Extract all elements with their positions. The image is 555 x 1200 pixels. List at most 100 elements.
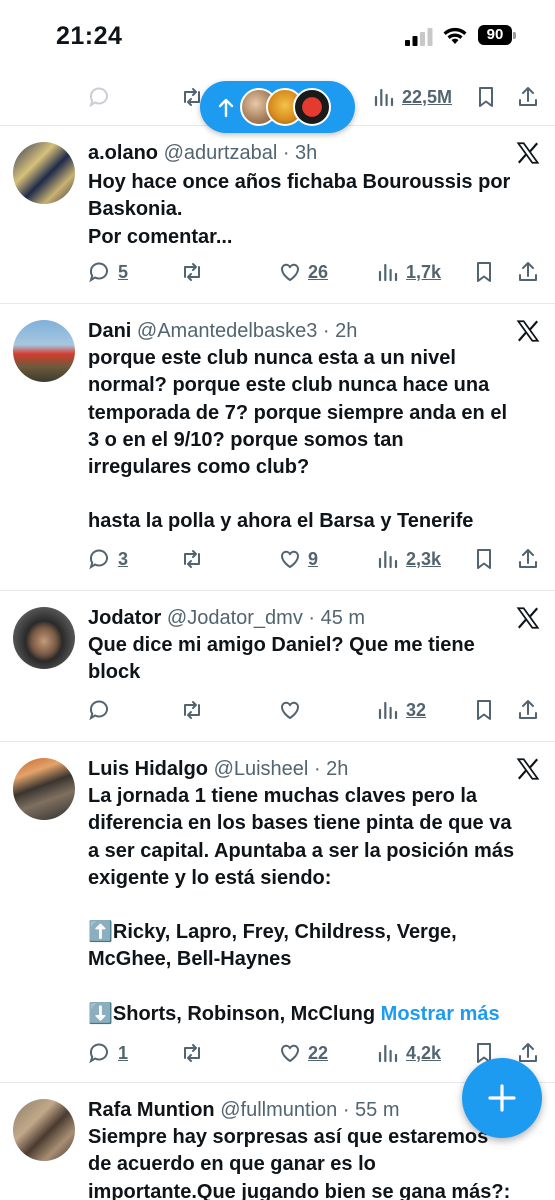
tweet-header: Jodator @Jodator_dmv · 45 m: [88, 605, 365, 631]
avatar[interactable]: [13, 1099, 75, 1161]
like-icon: [280, 701, 300, 719]
x-logo-icon[interactable]: [515, 756, 541, 782]
compose-plus-icon: [488, 1084, 516, 1112]
compose-button[interactable]: [462, 1058, 542, 1138]
tweet-line: temporada de 7? porque siempre anda en e…: [88, 401, 508, 424]
tweet-line: exigente y lo está siendo:: [88, 866, 332, 889]
prev-bookmark-button[interactable]: [474, 82, 498, 112]
like-count: 26: [308, 261, 329, 282]
battery-indicator: 90: [478, 25, 516, 45]
prev-share-button[interactable]: [516, 82, 540, 112]
author-name[interactable]: a.olano: [88, 142, 158, 164]
tweet-line: ⬆️Ricky, Lapro, Frey, Childress, Verge,: [88, 921, 457, 944]
status-time: 21:24: [56, 22, 123, 50]
reply-icon: [89, 549, 108, 570]
views-icon: [374, 88, 394, 107]
tweet-line: normal? porque este club nunca hace una: [88, 374, 490, 397]
repost-icon: [184, 263, 200, 281]
views-icon: [378, 1044, 398, 1063]
share-button[interactable]: [516, 544, 540, 574]
views-count: 1,7k: [406, 261, 442, 282]
share-button[interactable]: [516, 257, 540, 287]
reply-button[interactable]: 1: [88, 1038, 128, 1068]
author-handle[interactable]: @Amantedelbaske3: [137, 320, 317, 342]
views-button[interactable]: 2,3k: [376, 544, 441, 574]
share-button[interactable]: [516, 695, 540, 725]
views-button[interactable]: 1,7k: [376, 257, 441, 287]
x-logo-icon[interactable]: [515, 140, 541, 166]
bookmark-button[interactable]: [472, 544, 496, 574]
like-button[interactable]: 26: [278, 257, 328, 287]
bookmark-button[interactable]: [472, 695, 496, 725]
author-name[interactable]: Dani: [88, 320, 131, 342]
author-name[interactable]: Rafa Muntion: [88, 1099, 215, 1121]
tweet-text: porque este club nunca esta a un nivel n…: [88, 345, 548, 536]
tweet-line: porque este club nunca esta a un nivel: [88, 347, 456, 369]
reply-button[interactable]: 5: [88, 257, 128, 287]
tweet-text: La jornada 1 tiene muchas claves pero la…: [88, 783, 550, 1028]
tweet-actions: 1 22 4,2k: [0, 1038, 555, 1068]
x-logo-icon[interactable]: [515, 605, 541, 631]
avatar[interactable]: [13, 142, 75, 204]
like-icon: [280, 263, 300, 281]
tweet-text: Que dice mi amigo Daniel? Que me tiene b…: [88, 632, 548, 687]
tweet-header: Rafa Muntion @fullmuntion · 55 m: [88, 1097, 400, 1123]
show-more-link[interactable]: Mostrar más: [381, 1003, 500, 1025]
views-icon: [378, 701, 398, 720]
like-icon: [280, 1044, 300, 1062]
author-name[interactable]: Luis Hidalgo: [88, 758, 208, 780]
like-icon: [280, 550, 300, 568]
views-button[interactable]: 4,2k: [376, 1038, 441, 1068]
author-handle[interactable]: @Luisheel: [214, 758, 309, 780]
bookmark-icon: [477, 549, 491, 569]
x-logo-icon[interactable]: [515, 318, 541, 344]
prev-views-count: 22,5M: [402, 86, 453, 107]
author-handle[interactable]: @fullmuntion: [220, 1099, 337, 1121]
repost-icon: [184, 550, 200, 568]
bookmark-button[interactable]: [472, 257, 496, 287]
tweet-time: · 55 m: [342, 1099, 400, 1121]
tweet[interactable]: Luis Hidalgo @Luisheel · 2h La jornada 1…: [0, 742, 555, 1082]
share-icon: [519, 262, 537, 281]
like-count: 9: [308, 548, 319, 569]
views-button[interactable]: 32: [376, 695, 426, 725]
tweet-line: a ser capital. Apuntaba a ser la posició…: [88, 839, 515, 862]
reply-button[interactable]: [88, 695, 112, 725]
tweet-time: · 45 m: [308, 607, 366, 629]
author-handle[interactable]: @Jodator_dmv: [167, 607, 303, 629]
battery-level: 90: [478, 25, 512, 45]
author-handle[interactable]: @adurtzabal: [164, 142, 278, 164]
share-icon: [519, 87, 537, 106]
prev-reply-button[interactable]: [88, 82, 112, 112]
like-button[interactable]: 9: [278, 544, 318, 574]
views-count: 32: [406, 699, 427, 720]
like-button[interactable]: [278, 695, 302, 725]
bookmark-icon: [477, 262, 491, 282]
tweet-line: La jornada 1 tiene muchas claves pero la: [88, 785, 478, 807]
wifi-icon: [443, 27, 467, 44]
tweet-line-last: ⬇️Shorts, Robinson, McClung Mostrar más: [88, 1001, 550, 1028]
author-name[interactable]: Jodator: [88, 607, 161, 629]
bookmark-icon: [477, 700, 491, 720]
tweet[interactable]: a.olano @adurtzabal · 3h Hoy hace once a…: [0, 126, 555, 304]
prev-views-button[interactable]: 22,5M: [372, 82, 452, 112]
repost-button[interactable]: [180, 544, 204, 574]
tweet-line: Que dice mi amigo Daniel? Que me tiene: [88, 634, 475, 656]
tweet[interactable]: Jodator @Jodator_dmv · 45 m Que dice mi …: [0, 591, 555, 741]
tweet-line: de acuerdo en que ganar es lo: [88, 1153, 376, 1176]
reply-icon: [89, 1043, 108, 1064]
tweet-line: 3 o en el 9/10? porque somos tan: [88, 428, 404, 451]
views-icon: [378, 263, 398, 282]
repost-button[interactable]: [180, 695, 204, 725]
avatar[interactable]: [13, 607, 75, 669]
reply-button[interactable]: 3: [88, 544, 128, 574]
repost-button[interactable]: [180, 257, 204, 287]
tweet[interactable]: Dani @Amantedelbaske3 · 2h porque este c…: [0, 304, 555, 590]
avatar[interactable]: [13, 320, 75, 382]
repost-button[interactable]: [180, 1038, 204, 1068]
like-button[interactable]: 22: [278, 1038, 328, 1068]
views-count: 2,3k: [406, 548, 442, 569]
tweet-line: block: [88, 661, 141, 684]
avatar[interactable]: [13, 758, 75, 820]
tweet-time: · 2h: [313, 758, 349, 780]
